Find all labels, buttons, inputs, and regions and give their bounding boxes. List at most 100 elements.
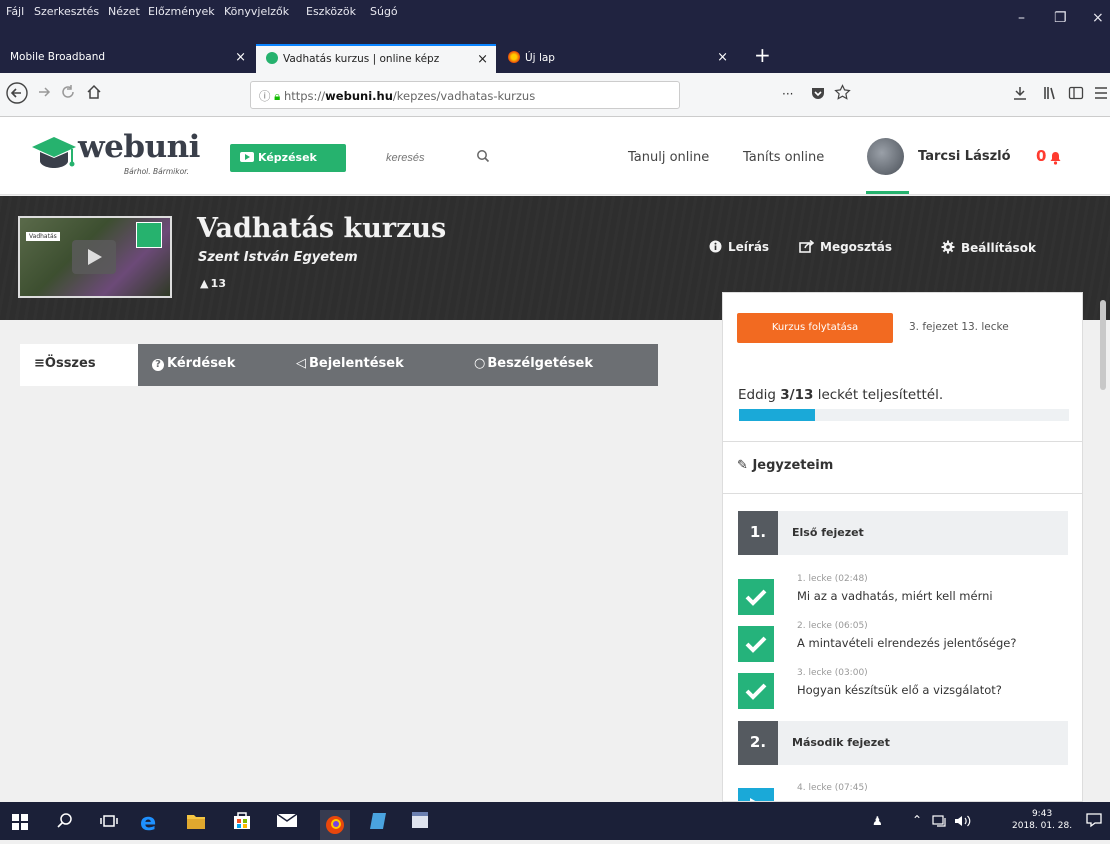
hamburger-menu-button[interactable] [1094,85,1108,105]
file-explorer-icon[interactable] [186,812,206,834]
bookmark-star-button[interactable] [834,84,851,105]
library-button[interactable] [1042,85,1058,105]
url-bar[interactable]: ⓘ 🔒︎ https://webuni.hu/kepzes/vadhatas-k… [250,81,680,109]
menu-bookmarks[interactable]: Könyvjelzők [224,5,289,18]
checkmark-icon [738,579,774,615]
share-label: Megosztás [820,240,893,254]
notes-label: Jegyzeteim [752,458,834,473]
nav-teach-online[interactable]: Taníts online [743,150,824,165]
progress-bar [739,409,1069,421]
nav-learn-online[interactable]: Tanulj online [628,150,709,165]
info-circle-icon [709,240,722,254]
user-name[interactable]: Tarcsi László [918,149,1011,164]
volume-icon[interactable] [954,813,972,832]
logo-text[interactable]: webuni [78,129,200,165]
lesson-item[interactable]: 4. lecke (07:45) [738,783,1068,801]
forward-button[interactable] [36,84,52,105]
url-path: /kepzes/vadhatas-kurzus [392,89,536,103]
chapter-header[interactable]: 1. Első fejezet [738,511,1068,555]
lesson-item[interactable]: 1. lecke (02:48) Mi az a vadhatás, miért… [738,574,1068,616]
action-center-icon[interactable] [1086,812,1102,832]
lesson-item[interactable]: 3. lecke (03:00) Hogyan készítsük elő a … [738,668,1068,710]
notification-count[interactable]: 0 [1036,147,1046,165]
video-play-icon[interactable] [72,240,116,274]
back-button[interactable] [6,82,28,109]
search-icon[interactable] [56,812,74,834]
new-tab-button[interactable]: + [754,43,771,67]
share-link[interactable]: Megosztás [799,239,893,254]
star-icon [834,84,851,100]
tab-questions-label-wrap[interactable]: ? Kérdések [138,344,278,386]
tab-new-tab[interactable]: Új lap × [498,44,736,73]
menu-file[interactable]: Fájl [6,5,24,18]
app-window-icon[interactable] [410,810,430,834]
divider [723,441,1082,442]
notes-app-icon[interactable] [368,811,388,835]
tab-all[interactable]: ≡Összes [20,344,138,386]
home-button[interactable] [86,84,102,105]
play-icon [738,788,774,801]
user-icon: ▲ [200,277,209,290]
maximize-button[interactable]: ❐ [1054,10,1067,26]
windows-start-icon[interactable] [12,814,28,834]
minimize-button[interactable]: – [1018,10,1025,26]
my-notes-link[interactable]: ✎ Jegyzeteim [737,458,833,473]
page-actions-button[interactable]: ··· [782,87,793,101]
course-university: Szent István Egyetem [198,250,358,265]
menu-view[interactable]: Nézet [108,5,140,18]
tab-vadhatas-kurzus[interactable]: Vadhatás kurzus | online képz × [256,44,496,73]
thumbnail-logo-icon [136,222,162,248]
search-icon[interactable] [476,148,490,167]
question-circle-icon: ? [152,359,164,371]
menu-help[interactable]: Súgó [370,5,398,18]
chapter-header[interactable]: 2. Második fejezet [738,721,1068,765]
list-icon: ≡ [34,356,45,371]
sidebar-icon [1068,86,1084,100]
taskbar: e ♟ ⌃ 9:43 2018. 01. 28. [0,802,1110,840]
reload-icon [62,85,74,98]
settings-link[interactable]: Beállítások [941,240,1036,255]
lesson-item[interactable]: 2. lecke (06:05) A mintavételi elrendezé… [738,621,1068,663]
downloads-button[interactable] [1012,85,1028,105]
continue-position: 3. fejezet 13. lecke [909,321,1009,333]
progress-value: 3/13 [780,387,814,403]
thumbnail-label: Vadhatás [26,232,60,241]
tab-conversations[interactable]: ○ Beszélgetések [460,344,650,386]
tab-close-button[interactable]: × [477,52,488,67]
firefox-taskbar-icon[interactable] [320,810,350,840]
sidebar-toggle-button[interactable] [1068,85,1084,105]
show-hidden-icons-icon[interactable]: ⌃ [912,813,922,827]
progress-bar-fill [739,409,815,421]
avatar[interactable] [867,138,904,175]
checkmark-icon [738,673,774,709]
continue-course-button[interactable]: Kurzus folytatása [737,313,893,343]
tab-mobile-broadband[interactable]: Mobile Broadband × [0,44,254,73]
info-icon[interactable]: ⓘ [259,89,271,103]
settings-label: Beállítások [961,241,1036,255]
tab-close-button[interactable]: × [235,50,246,65]
description-link[interactable]: Leírás [709,240,769,254]
kepzesek-button[interactable]: Képzések [230,144,346,172]
logo-tagline: Bárhol. Bármikor. [124,167,189,176]
store-icon[interactable] [232,810,252,834]
tab-announcements[interactable]: ◁ Bejelentések [282,344,452,386]
close-window-button[interactable]: × [1092,10,1104,26]
course-thumbnail[interactable]: Vadhatás [18,216,172,298]
people-icon[interactable]: ♟ [872,814,883,828]
taskbar-clock[interactable]: 9:43 2018. 01. 28. [1012,808,1072,832]
lesson-meta: 2. lecke (06:05) [797,621,868,631]
menu-tools[interactable]: Eszközök [306,5,356,18]
page-scrollbar[interactable] [1100,300,1106,390]
reload-button[interactable] [60,84,76,105]
task-view-icon[interactable] [100,813,118,833]
mail-icon[interactable] [276,812,298,832]
menu-history[interactable]: Előzmények [148,5,215,18]
download-icon [1014,87,1026,100]
menu-edit[interactable]: Szerkesztés [34,5,99,18]
bell-icon[interactable] [1049,150,1062,169]
tab-close-button[interactable]: × [717,50,728,65]
pocket-button[interactable] [810,85,826,105]
edge-browser-icon[interactable]: e [140,808,156,836]
webuni-logo[interactable] [28,131,80,183]
network-icon[interactable] [932,813,948,832]
